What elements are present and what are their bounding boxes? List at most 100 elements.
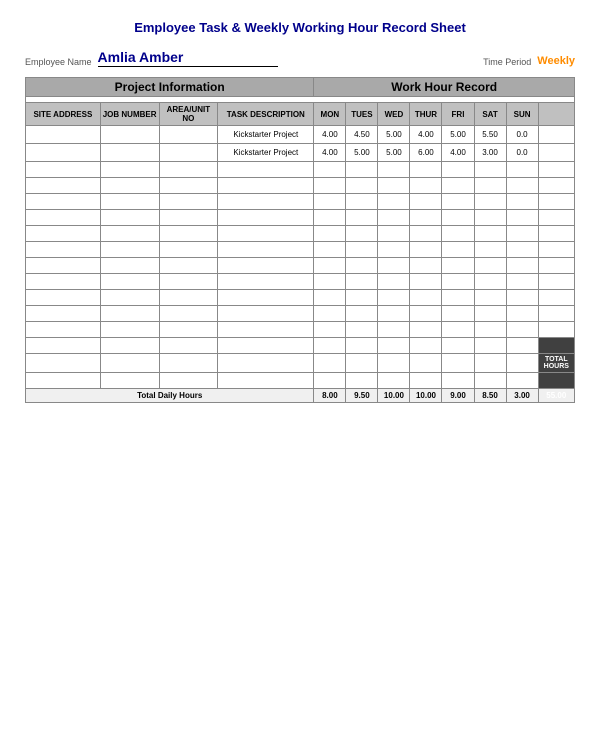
empty-cell	[410, 242, 442, 258]
work-hour-header: Work Hour Record	[314, 78, 575, 97]
empty-cell	[442, 210, 474, 226]
sat-cell: 5.50	[474, 126, 506, 144]
tue-cell: 5.00	[346, 144, 378, 162]
empty-cell	[100, 178, 159, 194]
empty-cell	[474, 226, 506, 242]
empty-cell	[474, 242, 506, 258]
empty-cell	[410, 354, 442, 373]
empty-cell	[100, 322, 159, 338]
empty-cell	[410, 162, 442, 178]
empty-cell	[538, 194, 574, 210]
empty-cell	[26, 338, 101, 354]
empty-cell	[346, 178, 378, 194]
empty-cell	[506, 354, 538, 373]
empty-cell	[218, 354, 314, 373]
col-job-header: JOB NUMBER	[100, 103, 159, 126]
empty-row	[26, 162, 575, 178]
empty-cell	[159, 290, 218, 306]
col-tue-header: TUES	[346, 103, 378, 126]
empty-cell	[26, 226, 101, 242]
empty-cell	[346, 354, 378, 373]
col-wed-header: WED	[378, 103, 410, 126]
fri-cell: 4.00	[442, 144, 474, 162]
empty-cell	[100, 354, 159, 373]
task-cell: Kickstarter Project	[218, 144, 314, 162]
empty-cell	[26, 322, 101, 338]
empty-cell	[474, 373, 506, 389]
empty-row	[26, 373, 575, 389]
empty-cell	[442, 354, 474, 373]
empty-cell	[538, 306, 574, 322]
empty-cell	[26, 274, 101, 290]
empty-cell	[474, 354, 506, 373]
empty-row	[26, 290, 575, 306]
empty-cell	[314, 306, 346, 322]
empty-cell	[346, 306, 378, 322]
empty-row	[26, 322, 575, 338]
empty-cell	[506, 322, 538, 338]
empty-cell	[506, 242, 538, 258]
empty-cell	[218, 322, 314, 338]
empty-cell	[218, 373, 314, 389]
empty-cell	[314, 210, 346, 226]
empty-row	[26, 258, 575, 274]
empty-cell	[346, 162, 378, 178]
empty-cell	[474, 258, 506, 274]
employee-name: Amlia Amber	[98, 49, 278, 67]
empty-cell	[410, 194, 442, 210]
col-total-header	[538, 103, 574, 126]
empty-row	[26, 242, 575, 258]
empty-cell	[314, 373, 346, 389]
sat-cell: 3.00	[474, 144, 506, 162]
empty-cell	[506, 306, 538, 322]
empty-cell	[410, 274, 442, 290]
empty-cell	[474, 162, 506, 178]
empty-cell	[100, 194, 159, 210]
empty-cell	[442, 194, 474, 210]
empty-cell	[378, 354, 410, 373]
empty-cell	[314, 258, 346, 274]
empty-cell	[159, 178, 218, 194]
empty-row	[26, 178, 575, 194]
empty-cell	[314, 194, 346, 210]
site-cell	[26, 144, 101, 162]
total-tue: 9.50	[346, 389, 378, 403]
empty-cell	[159, 162, 218, 178]
empty-cell	[218, 242, 314, 258]
empty-cell	[538, 242, 574, 258]
empty-cell	[218, 274, 314, 290]
employee-label: Employee Name	[25, 57, 92, 67]
empty-cell	[378, 373, 410, 389]
mon-cell: 4.00	[314, 144, 346, 162]
empty-cell	[538, 178, 574, 194]
empty-cell	[410, 258, 442, 274]
main-table: Project Information Work Hour Record SIT…	[25, 77, 575, 403]
empty-cell	[100, 306, 159, 322]
empty-cell	[378, 226, 410, 242]
empty-cell	[26, 290, 101, 306]
empty-cell	[314, 162, 346, 178]
empty-cell	[410, 373, 442, 389]
col-sun-header: SUN	[506, 103, 538, 126]
empty-cell	[314, 322, 346, 338]
empty-cell	[100, 226, 159, 242]
empty-cell	[410, 178, 442, 194]
empty-cell	[442, 242, 474, 258]
empty-cell	[100, 274, 159, 290]
total-mon: 8.00	[314, 389, 346, 403]
empty-cell	[346, 226, 378, 242]
empty-cell	[506, 226, 538, 242]
col-area-header: AREA/UNIT NO	[159, 103, 218, 126]
empty-cell	[538, 258, 574, 274]
empty-cell	[26, 258, 101, 274]
empty-cell	[218, 178, 314, 194]
empty-row	[26, 274, 575, 290]
empty-cell	[474, 306, 506, 322]
empty-cell	[474, 274, 506, 290]
empty-cell	[378, 258, 410, 274]
empty-cell	[100, 258, 159, 274]
page-title: Employee Task & Weekly Working Hour Reco…	[25, 20, 575, 35]
empty-cell	[442, 274, 474, 290]
time-period-label: Time Period	[483, 57, 531, 67]
col-site-header: SITE ADDRESS	[26, 103, 101, 126]
